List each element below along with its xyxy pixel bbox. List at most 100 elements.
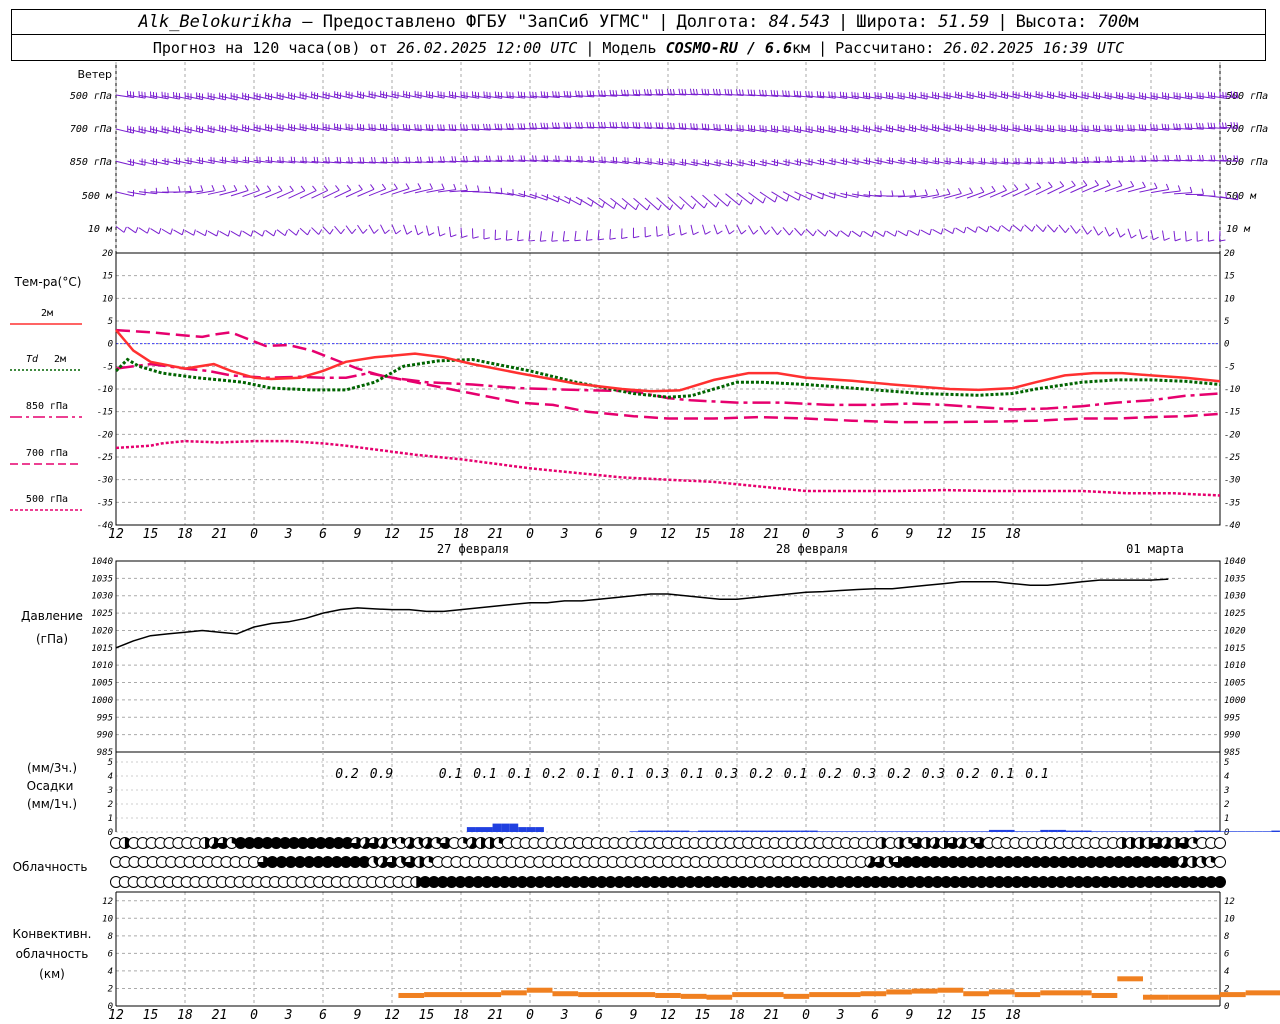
wind-barb-feather: [1098, 230, 1104, 236]
wind-barb: [828, 229, 838, 237]
wind-barb: [1035, 186, 1053, 196]
wind-barb-feather: [798, 194, 801, 201]
wind-barb-feather: [472, 236, 479, 239]
wind-barb-feather: [1201, 188, 1204, 195]
legend-label: 700 гПа: [26, 448, 68, 459]
wind-barb: [817, 229, 826, 237]
wind-barb-feather: [477, 185, 480, 192]
time-tick-label: 12: [660, 527, 676, 542]
pressure-ytick-label: 1035: [91, 574, 113, 584]
precip-bar: [672, 830, 681, 832]
wind-barb-feather: [1082, 180, 1088, 186]
wind-barb-feather: [1109, 232, 1115, 237]
time-tick-label-bottom: 18: [177, 1008, 193, 1023]
wind-barb: [748, 192, 764, 204]
wind-barb: [253, 230, 263, 237]
wind-barb-feather: [273, 230, 277, 237]
precip-bar: [843, 831, 852, 832]
convective-bar: [1091, 992, 1118, 998]
wind-barb-feather: [181, 228, 185, 235]
wind-barb-feather: [635, 204, 640, 211]
wind-barb: [702, 194, 717, 208]
time-tick-label: 15: [971, 527, 987, 542]
time-tick-label-bottom: 21: [488, 1008, 504, 1023]
wind-barb: [920, 229, 931, 236]
wind-barb: [1081, 225, 1088, 235]
wind-barb-feather: [692, 231, 699, 236]
precip-bar: [715, 830, 724, 832]
precip-ytick-label-right: 2: [1224, 800, 1229, 810]
legend-label: 500 гПа: [26, 494, 68, 505]
precip-bar: [1048, 829, 1058, 832]
wind-barb: [679, 225, 682, 236]
precip-bar: [1074, 830, 1084, 832]
wind-barb: [1116, 227, 1121, 238]
wind-barb-feather: [828, 91, 830, 98]
wind-barb-feather: [450, 234, 457, 238]
wind-barb: [505, 230, 508, 241]
precip-bar: [680, 830, 690, 832]
wind-barb: [1012, 224, 1022, 232]
time-tick-label: 0: [802, 527, 810, 542]
convective-bar: [655, 992, 681, 998]
wind-barb: [1127, 228, 1132, 239]
wind-barb-feather: [382, 124, 385, 131]
precip-bar: [518, 827, 527, 832]
wind-barb: [219, 230, 229, 237]
wind-barb: [115, 225, 125, 233]
wind-barb-feather: [170, 228, 173, 235]
precip-3h-sum: 0.1: [611, 767, 634, 782]
wind-barb-feather: [1118, 180, 1123, 186]
pressure-ytick-label: 1000: [91, 696, 113, 706]
pressure-ytick-label-right: 1005: [1224, 679, 1246, 689]
wind-barb-row: [115, 88, 1239, 101]
conv-ytick-label: 12: [102, 897, 113, 907]
wind-barb-feather: [765, 229, 770, 235]
wind-barb-feather: [833, 192, 836, 199]
wind-barb-feather: [295, 229, 300, 236]
time-tick-label-bottom: 15: [143, 1008, 159, 1023]
wind-barb-feather: [1138, 124, 1141, 131]
wind-barb-feather: [1130, 234, 1137, 239]
wind-barb: [955, 227, 965, 234]
precip-3h-sum: 0.2: [818, 767, 842, 782]
wind-barb-feather: [551, 240, 558, 242]
wind-barb: [311, 227, 320, 235]
wind-barb-feather: [777, 229, 782, 236]
precip-label-3h: (мм/3ч.): [27, 761, 77, 775]
precip-bar: [1031, 831, 1041, 832]
cloud-symbol: [1214, 837, 1226, 849]
wind-barb-feather: [1141, 235, 1148, 240]
wind-barb-feather: [395, 229, 402, 235]
wind-barb: [1070, 225, 1077, 234]
wind-barb: [230, 230, 240, 237]
precip-bar: [663, 830, 673, 832]
cloud-symbol: [1214, 856, 1226, 868]
precip-bar: [1083, 830, 1092, 832]
wind-barb: [196, 230, 206, 237]
wind-barb: [1012, 187, 1030, 197]
wind-barb-feather: [362, 228, 368, 234]
wind-barb-row: [115, 180, 1239, 211]
pressure-ytick-label: 1015: [91, 644, 113, 654]
wind-barb-feather: [500, 92, 503, 99]
wind-barb: [679, 196, 694, 210]
precip-bar: [1125, 831, 1135, 832]
wind-barb: [391, 224, 397, 235]
wind-barb: [1058, 224, 1066, 234]
wind-barb-feather: [1225, 191, 1227, 199]
wind-barb: [265, 229, 275, 237]
time-tick-label-bottom: 6: [319, 1008, 327, 1023]
temp-ytick-label-right: 5: [1224, 317, 1229, 327]
wind-barb-feather: [289, 185, 294, 192]
wind-barb-feather: [1059, 181, 1065, 187]
wind-barb-feather: [1107, 125, 1109, 132]
wind-barb: [989, 225, 999, 233]
wind-barb-feather: [1076, 228, 1081, 234]
wind-barb-feather: [267, 156, 270, 163]
wind-barb-feather: [845, 92, 848, 99]
wind-barb-feather: [602, 201, 606, 208]
wind-barb-feather: [158, 227, 162, 234]
wind-barb-feather: [1006, 158, 1009, 165]
pressure-ytick-label: 1025: [91, 609, 113, 619]
